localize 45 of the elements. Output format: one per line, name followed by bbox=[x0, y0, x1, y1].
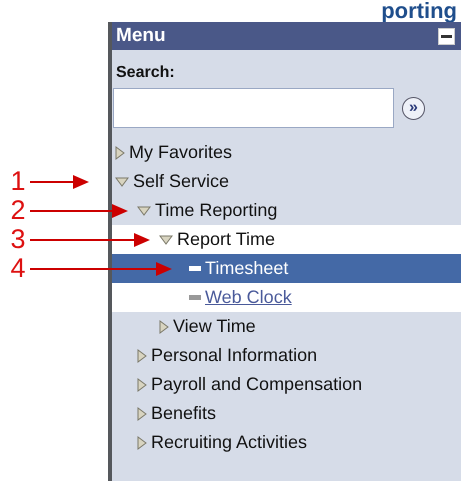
menu-row[interactable]: My Favorites bbox=[112, 138, 461, 167]
menu-item[interactable]: My Favorites bbox=[129, 142, 232, 163]
menu-item[interactable]: View Time bbox=[173, 316, 256, 337]
callout-number: 2 bbox=[9, 195, 27, 226]
collapse-button[interactable] bbox=[438, 28, 455, 44]
callout-number: 4 bbox=[9, 253, 27, 284]
menu-item[interactable]: Timesheet bbox=[205, 258, 288, 279]
search-field[interactable] bbox=[113, 88, 394, 128]
menu-row[interactable]: Personal Information bbox=[112, 341, 461, 370]
collapsed-triangle-icon[interactable] bbox=[137, 348, 147, 362]
menu-row[interactable]: Time Reporting bbox=[112, 196, 461, 225]
menu-link[interactable]: Web Clock bbox=[205, 287, 292, 308]
menu-item[interactable]: Self Service bbox=[133, 171, 230, 192]
search-label: Search: bbox=[115, 63, 176, 83]
callout-number: 3 bbox=[9, 224, 27, 255]
menu-row[interactable]: Web Clock bbox=[112, 283, 461, 312]
expanded-triangle-icon[interactable] bbox=[137, 206, 151, 216]
menu-item[interactable]: Payroll and Compensation bbox=[151, 374, 362, 395]
collapsed-triangle-icon[interactable] bbox=[137, 436, 147, 450]
menu-item[interactable]: Personal Information bbox=[151, 345, 318, 366]
dash-icon bbox=[189, 266, 201, 271]
menu-item[interactable]: Recruiting Activities bbox=[151, 432, 308, 453]
dash-icon bbox=[189, 295, 201, 300]
menu-row[interactable]: Payroll and Compensation bbox=[112, 370, 461, 399]
menu-item[interactable]: Report Time bbox=[177, 229, 276, 250]
collapsed-triangle-icon[interactable] bbox=[159, 320, 169, 334]
menu-item[interactable]: Time Reporting bbox=[155, 200, 278, 221]
page-heading: porting bbox=[381, 0, 457, 22]
menu-row[interactable]: Benefits bbox=[112, 399, 461, 428]
menu-row[interactable]: Report Time bbox=[112, 225, 461, 254]
expanded-triangle-icon[interactable] bbox=[159, 234, 173, 244]
menu-row[interactable]: Recruiting Activities bbox=[112, 428, 461, 457]
minus-icon bbox=[441, 34, 452, 38]
collapsed-triangle-icon[interactable] bbox=[137, 406, 147, 420]
search-go-button[interactable]: » bbox=[402, 96, 425, 120]
callout-arrow bbox=[30, 174, 89, 188]
collapsed-triangle-icon[interactable] bbox=[137, 378, 147, 392]
menu-row[interactable]: Self Service bbox=[112, 167, 461, 196]
collapsed-triangle-icon[interactable] bbox=[115, 146, 125, 160]
menu-item[interactable]: Benefits bbox=[151, 403, 216, 424]
menu-title: Menu bbox=[116, 25, 166, 47]
selected-menu-row[interactable]: Timesheet bbox=[112, 254, 461, 283]
callout-number: 1 bbox=[9, 166, 27, 197]
menu-row[interactable]: View Time bbox=[112, 312, 461, 341]
expanded-triangle-icon[interactable] bbox=[115, 176, 129, 186]
